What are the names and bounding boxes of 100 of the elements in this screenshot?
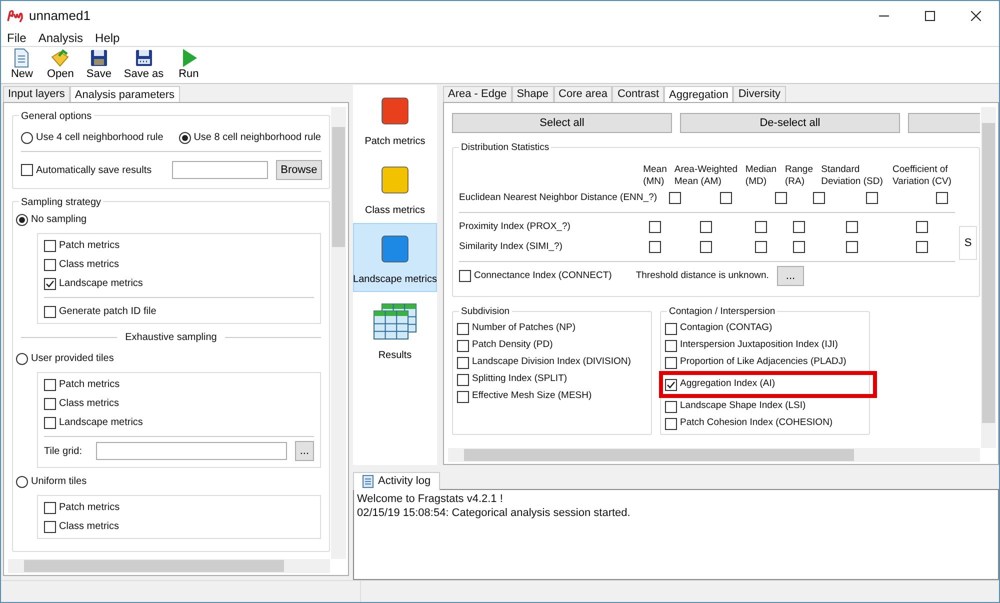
radio-button[interactable]: [178, 132, 191, 144]
input-field[interactable]: [172, 161, 268, 179]
checkbox[interactable]: [457, 322, 469, 334]
checkbox-label: Landscape metrics: [59, 416, 143, 430]
tab[interactable]: Diversity: [733, 86, 786, 102]
checkbox-label: Patch metrics: [59, 378, 120, 392]
checkbox[interactable]: [846, 221, 858, 233]
checkbox-label: Class metrics: [59, 520, 120, 534]
horizontal-scrollbar[interactable]: [8, 559, 330, 573]
checkbox[interactable]: [665, 418, 677, 430]
checkbox[interactable]: [669, 192, 682, 204]
tab[interactable]: Activity log: [353, 472, 440, 490]
checkbox[interactable]: [457, 356, 469, 368]
checkbox-label: Splitting Index (SPLIT): [472, 372, 568, 386]
browse-button[interactable]: Browse: [276, 160, 322, 180]
toolbar-button[interactable]: Save: [82, 47, 116, 83]
threshold-button[interactable]: ...: [776, 266, 804, 286]
tile-grid-field[interactable]: [96, 442, 287, 460]
checkbox[interactable]: [916, 241, 928, 253]
checkbox[interactable]: [44, 502, 56, 514]
group-title: General options: [19, 109, 94, 124]
side-button[interactable]: S: [959, 226, 977, 260]
checkbox[interactable]: [44, 240, 56, 252]
checkbox[interactable]: [457, 390, 469, 402]
checkbox-label: Number of Patches (NP): [472, 321, 576, 336]
tab[interactable]: Area - Edge: [443, 86, 512, 102]
tab[interactable]: Shape: [512, 86, 554, 102]
radio-button[interactable]: [21, 132, 33, 144]
radio-button[interactable]: [16, 476, 28, 488]
tab[interactable]: Aggregation: [664, 86, 734, 103]
checkbox[interactable]: [755, 221, 767, 233]
app-logo-icon: [7, 8, 23, 22]
toolbar-button[interactable]: New: [5, 47, 39, 83]
checkbox[interactable]: [44, 306, 56, 318]
checkbox-label: Connectance Index (CONNECT): [474, 268, 612, 283]
toolbar-button[interactable]: Run: [172, 47, 206, 83]
horizontal-scrollbar[interactable]: [448, 448, 980, 462]
tab[interactable]: Input layers: [3, 86, 70, 102]
metric-label: Similarity Index (SIMI_?): [459, 240, 562, 254]
checkbox[interactable]: [44, 416, 56, 428]
checkbox[interactable]: [649, 241, 661, 253]
category-button[interactable]: Landscape metrics: [353, 223, 437, 292]
checkbox-label: Patch Density (PD): [472, 338, 553, 352]
toolbar-button[interactable]: Open: [43, 47, 78, 83]
metric-label: Euclidean Nearest Neighbor Distance (ENN_?): [459, 190, 658, 205]
tab[interactable]: Analysis parameters: [70, 86, 180, 103]
radio-label: Uniform tiles: [31, 475, 87, 489]
checkbox[interactable]: [21, 164, 33, 176]
checkbox[interactable]: [44, 520, 56, 532]
category-button[interactable]: Results: [353, 292, 437, 368]
action-button[interactable]: De-select all: [680, 113, 900, 133]
category-button[interactable]: Class metrics: [353, 154, 437, 223]
field-label: Tile grid:: [44, 444, 82, 458]
tab[interactable]: Core area: [554, 86, 612, 102]
checkbox-label: Class metrics: [59, 397, 120, 411]
radio-button[interactable]: [16, 214, 28, 226]
checkbox[interactable]: [793, 221, 805, 233]
checkbox[interactable]: [775, 192, 788, 204]
browse-button[interactable]: ...: [294, 441, 314, 461]
vertical-scrollbar[interactable]: [981, 107, 996, 448]
menu-item[interactable]: Help: [89, 29, 126, 47]
checkbox[interactable]: [916, 221, 928, 233]
checkbox[interactable]: [700, 241, 712, 253]
checkbox[interactable]: [755, 241, 767, 253]
checkbox[interactable]: [44, 398, 56, 410]
tab[interactable]: Contrast: [612, 86, 664, 102]
checkbox[interactable]: [665, 378, 677, 390]
checkbox[interactable]: [813, 192, 826, 204]
checkbox[interactable]: [665, 322, 677, 334]
metric-label: Proximity Index (PROX_?): [459, 220, 570, 234]
checkbox-label: Patch metrics: [59, 239, 120, 253]
checkbox[interactable]: [700, 221, 712, 233]
checkbox[interactable]: [44, 378, 56, 390]
menu-item[interactable]: File: [1, 29, 32, 47]
checkbox[interactable]: [665, 400, 677, 412]
checkbox-label: Landscape Shape Index (LSI): [680, 399, 806, 414]
action-button[interactable]: Select all: [452, 113, 672, 133]
checkbox[interactable]: [665, 340, 677, 352]
radio-button[interactable]: [16, 352, 28, 364]
menu-item[interactable]: Analysis: [32, 29, 90, 47]
checkbox[interactable]: [665, 356, 677, 368]
maximize-icon: [925, 10, 935, 20]
note-text: Threshold distance is unknown.: [636, 268, 769, 283]
checkbox-label: Effective Mesh Size (MESH): [472, 389, 592, 404]
checkbox[interactable]: [866, 192, 878, 204]
checkbox[interactable]: [649, 221, 661, 233]
checkbox[interactable]: [936, 192, 948, 204]
checkbox[interactable]: [457, 374, 469, 386]
checkbox[interactable]: [44, 258, 56, 270]
checkbox[interactable]: [793, 241, 805, 253]
checkbox[interactable]: [459, 270, 471, 282]
category-button[interactable]: Patch metrics: [353, 85, 437, 154]
log-line: Welcome to Fragstats v4.2.1 !: [357, 492, 504, 506]
checkbox[interactable]: [457, 340, 469, 352]
checkbox[interactable]: [846, 241, 858, 253]
vertical-scrollbar[interactable]: [331, 107, 346, 559]
checkbox[interactable]: [720, 192, 732, 204]
checkbox[interactable]: [44, 278, 56, 290]
log-icon: [362, 474, 374, 488]
toolbar-button[interactable]: Save as: [120, 47, 168, 83]
